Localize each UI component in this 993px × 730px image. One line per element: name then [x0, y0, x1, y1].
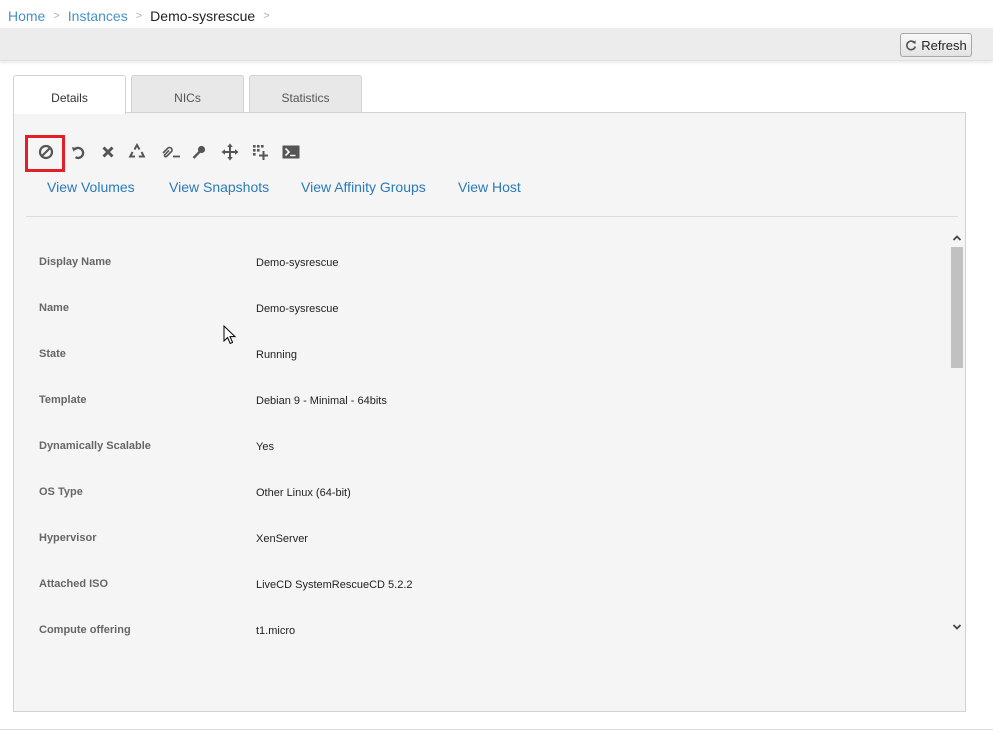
reset-password-icon[interactable]: [188, 141, 210, 163]
detail-row-template: Template Debian 9 - Minimal - 64bits: [26, 394, 926, 414]
tab-nics[interactable]: NICs: [131, 75, 244, 113]
detail-value: LiveCD SystemRescueCD 5.2.2: [256, 579, 413, 591]
toolbar: Refresh: [0, 28, 993, 61]
view-volumes-link[interactable]: View Volumes: [47, 179, 135, 195]
scale-icon[interactable]: [249, 141, 271, 163]
breadcrumb-separator: >: [53, 10, 60, 22]
console-icon[interactable]: [281, 141, 301, 163]
view-host-link[interactable]: View Host: [458, 179, 521, 195]
refresh-label: Refresh: [921, 37, 967, 53]
detail-label: Compute offering: [39, 624, 131, 636]
detach-iso-icon[interactable]: [159, 141, 183, 163]
refresh-button[interactable]: Refresh: [900, 33, 972, 57]
destroy-icon[interactable]: [97, 141, 119, 163]
breadcrumb-current: Demo-sysrescue: [150, 8, 256, 24]
scroll-up-icon[interactable]: [949, 230, 965, 246]
detail-label: Display Name: [39, 256, 112, 268]
view-snapshots-link[interactable]: View Snapshots: [169, 179, 269, 195]
reboot-icon[interactable]: [67, 141, 89, 163]
detail-row-dynamically-scalable: Dynamically Scalable Yes: [26, 440, 926, 460]
detail-row-state: State Running: [26, 348, 926, 368]
breadcrumb-separator: >: [263, 10, 270, 22]
detail-value: Demo-sysrescue: [256, 303, 339, 315]
detail-value: Other Linux (64-bit): [256, 487, 351, 499]
scroll-thumb[interactable]: [951, 247, 963, 368]
detail-row-os-type: OS Type Other Linux (64-bit): [26, 486, 926, 506]
detail-label: Template: [39, 394, 87, 406]
mouse-cursor-icon: [223, 325, 237, 345]
detail-label: State: [39, 348, 66, 360]
detail-value: Demo-sysrescue: [256, 257, 339, 269]
detail-row-display-name: Display Name Demo-sysrescue: [26, 256, 926, 276]
detail-row-name: Name Demo-sysrescue: [26, 302, 926, 322]
detail-row-compute-offering: Compute offering t1.micro: [26, 624, 926, 636]
detail-row-attached-iso: Attached ISO LiveCD SystemRescueCD 5.2.2: [26, 578, 926, 598]
tab-details[interactable]: Details: [13, 75, 126, 114]
details-panel: View Volumes View Snapshots View Affinit…: [13, 112, 966, 712]
detail-value: Running: [256, 349, 297, 361]
breadcrumb-separator: >: [135, 10, 143, 22]
migrate-icon[interactable]: [219, 141, 241, 163]
details-list: Display Name Demo-sysrescue Name Demo-sy…: [26, 229, 948, 636]
detail-value: t1.micro: [256, 625, 296, 636]
refresh-icon: [906, 40, 917, 51]
scroll-down-icon[interactable]: [949, 619, 965, 635]
tab-statistics[interactable]: Statistics: [249, 75, 362, 113]
detail-value: Debian 9 - Minimal - 64bits: [256, 395, 387, 407]
detail-label: Hypervisor: [39, 532, 97, 544]
detail-label: Dynamically Scalable: [39, 440, 151, 452]
detail-value: XenServer: [256, 533, 308, 545]
detail-label: OS Type: [39, 486, 83, 498]
stop-icon[interactable]: [35, 141, 57, 163]
detail-label: Attached ISO: [39, 578, 109, 590]
breadcrumb: Home > Instances > Demo-sysrescue >: [8, 6, 278, 26]
breadcrumb-home[interactable]: Home: [8, 8, 45, 24]
details-scrollbar[interactable]: [949, 229, 965, 637]
view-affinity-groups-link[interactable]: View Affinity Groups: [301, 179, 426, 195]
recycle-icon[interactable]: [126, 141, 148, 163]
detail-label: Name: [39, 302, 69, 314]
detail-value: Yes: [256, 441, 274, 453]
breadcrumb-instances[interactable]: Instances: [68, 8, 128, 24]
divider: [26, 216, 958, 217]
detail-row-hypervisor: Hypervisor XenServer: [26, 532, 926, 552]
